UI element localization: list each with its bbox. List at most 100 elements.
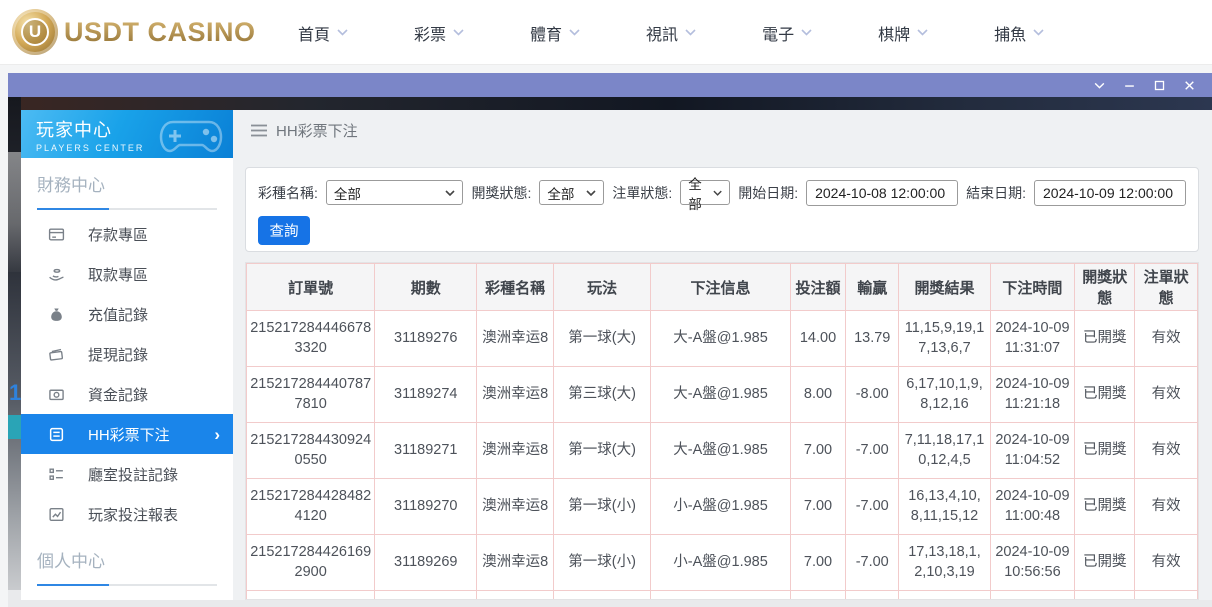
table-cell: -7.00 [846,423,899,479]
table-cell: 第一球(大) [554,423,651,479]
window-close-button[interactable] [1174,73,1204,97]
chevron-down-icon [917,29,928,36]
table-cell: 8.00 [790,367,845,423]
draw-status-label: 開獎狀態: [471,183,531,203]
table-cell: 13.79 [846,311,899,367]
sidebar-item-玩家投注報表[interactable]: 玩家投注報表 [21,494,233,534]
table-cell: 2152172844309240550 [247,423,375,479]
column-header-輸贏: 輸贏 [846,264,899,311]
top-site-bar: U USDT CASINO 首頁 彩票 體育 視訊 電子棋牌捕魚 [0,0,1212,65]
sidebar-item-消息公告[interactable]: 消息公告 [21,590,233,600]
logo-text: USDT CASINO [64,17,256,48]
table-cell: 7,11,18,17,10,12,4,5 [899,423,990,479]
sidebar-item-取款專區[interactable]: 取款專區 [21,254,233,294]
minimize-icon [1123,79,1136,92]
sidebar-item-存款專區[interactable]: 存款專區 [21,214,233,254]
table-cell: 澳洲幸运8 [477,479,554,535]
maximize-icon [1153,79,1166,92]
report-chart-icon [48,506,65,523]
column-header-開獎狀態: 開獎狀態 [1075,264,1135,311]
order-status-select[interactable]: 全部 [680,180,730,205]
sidebar-section: 個人中心 [21,547,233,586]
table-cell: 31189274 [375,367,477,423]
table-row-partial [247,591,1198,601]
table-cell: 2024-10-09 10:56:56 [990,535,1075,591]
nav-item-視訊[interactable]: 視訊 [613,21,729,45]
table-cell: 7.00 [790,423,845,479]
site-logo[interactable]: U USDT CASINO [12,9,256,55]
table-cell: 31189269 [375,535,477,591]
table-cell: 2152172844261692900 [247,535,375,591]
background-fragment-text: 1 [9,380,21,406]
sidebar-item-label: 取款專區 [88,264,148,285]
gamepad-icon [155,114,227,158]
sidebar: 玩家中心 PLAYERS CENTER 財務中心存款專區取款專區充值記錄提現記錄… [21,110,233,600]
withdraw-hand-icon [48,266,65,283]
sidebar-item-label: 玩家投注報表 [88,504,178,525]
column-header-期數: 期數 [375,264,477,311]
end-date-input[interactable] [1034,180,1186,206]
lottery-name-select[interactable]: 全部 [326,180,464,205]
nav-item-體育[interactable]: 體育 [497,21,613,45]
sidebar-item-提現記錄[interactable]: 提現記錄 [21,334,233,374]
sidebar-item-label: 資金記錄 [88,384,148,405]
table-cell: 第三球(大) [554,367,651,423]
table-row: 215217284430924055031189271澳洲幸运8第一球(大)大-… [247,423,1198,479]
start-date-input[interactable] [806,180,958,206]
table-cell: 2024-10-09 11:04:52 [990,423,1075,479]
sidebar-item-資金記錄[interactable]: 資金記錄 [21,374,233,414]
nav-item-棋牌[interactable]: 棋牌 [845,21,961,45]
table-cell: 澳洲幸运8 [477,535,554,591]
nav-item-label: 視訊 [646,21,678,45]
chevron-down-icon [1033,29,1044,36]
nav-item-捕魚[interactable]: 捕魚 [961,21,1077,45]
sidebar-item-廳室投註記錄[interactable]: 廳室投註記錄 [21,454,233,494]
column-header-下注信息: 下注信息 [651,264,791,311]
table-row: 215217284446678332031189276澳洲幸运8第一球(大)大-… [247,311,1198,367]
table-cell: 7.00 [790,479,845,535]
sidebar-header: 玩家中心 PLAYERS CENTER [21,110,233,158]
background-left-strip: 1 [8,97,21,590]
table-cell: 大-A盤@1.985 [651,311,791,367]
bet-records-table-panel: 訂單號期數彩種名稱玩法下注信息投注額輸贏開獎結果下注時間開獎狀態注單狀態 215… [245,262,1199,600]
window-maximize-button[interactable] [1144,73,1174,97]
lottery-name-label: 彩種名稱: [258,183,318,203]
sidebar-item-label: 充值記錄 [88,304,148,325]
chevron-down-icon [337,29,348,36]
chevron-down-icon [801,29,812,36]
moneybag-icon [48,306,65,323]
column-header-訂單號: 訂單號 [247,264,375,311]
nav-item-電子[interactable]: 電子 [729,21,845,45]
search-button[interactable]: 查詢 [258,216,310,245]
page-title: HH彩票下注 [276,120,358,141]
table-cell: 小-A盤@1.985 [651,479,791,535]
column-header-注單狀態: 注單狀態 [1135,264,1198,311]
table-header-row: 訂單號期數彩種名稱玩法下注信息投注額輸贏開獎結果下注時間開獎狀態注單狀態 [247,264,1198,311]
draw-status-value: 全部 [547,183,574,203]
window-minimize-button[interactable] [1114,73,1144,97]
sidebar-item-充值記錄[interactable]: 充值記錄 [21,294,233,334]
chevron-down-icon [713,190,722,196]
chevron-down-icon [569,29,580,36]
order-status-value: 全部 [688,173,713,213]
main-nav: 首頁 彩票 體育 視訊 電子棋牌捕魚 [265,0,1077,65]
table-cell: 2024-10-09 11:00:48 [990,479,1075,535]
table-cell: -7.00 [846,479,899,535]
lottery-name-value: 全部 [334,183,361,203]
table-cell: 第一球(大) [554,311,651,367]
nav-item-label: 彩票 [414,21,446,45]
nav-item-首頁[interactable]: 首頁 [265,21,381,45]
table-cell: 31189270 [375,479,477,535]
table-cell: 14.00 [790,311,845,367]
nav-item-彩票[interactable]: 彩票 [381,21,497,45]
close-icon [1183,79,1196,92]
draw-status-select[interactable]: 全部 [539,180,604,205]
sidebar-item-label: 提現記錄 [88,344,148,365]
table-row: 215217284426169290031189269澳洲幸运8第一球(小)小-… [247,535,1198,591]
hamburger-icon[interactable] [251,124,267,137]
sidebar-item-HH彩票下注[interactable]: HH彩票下注› [21,414,233,454]
sidebar-item-label: 存款專區 [88,224,148,245]
table-cell: 2152172844466783320 [247,311,375,367]
window-collapse-button[interactable] [1084,73,1114,97]
table-cell: -7.00 [846,535,899,591]
